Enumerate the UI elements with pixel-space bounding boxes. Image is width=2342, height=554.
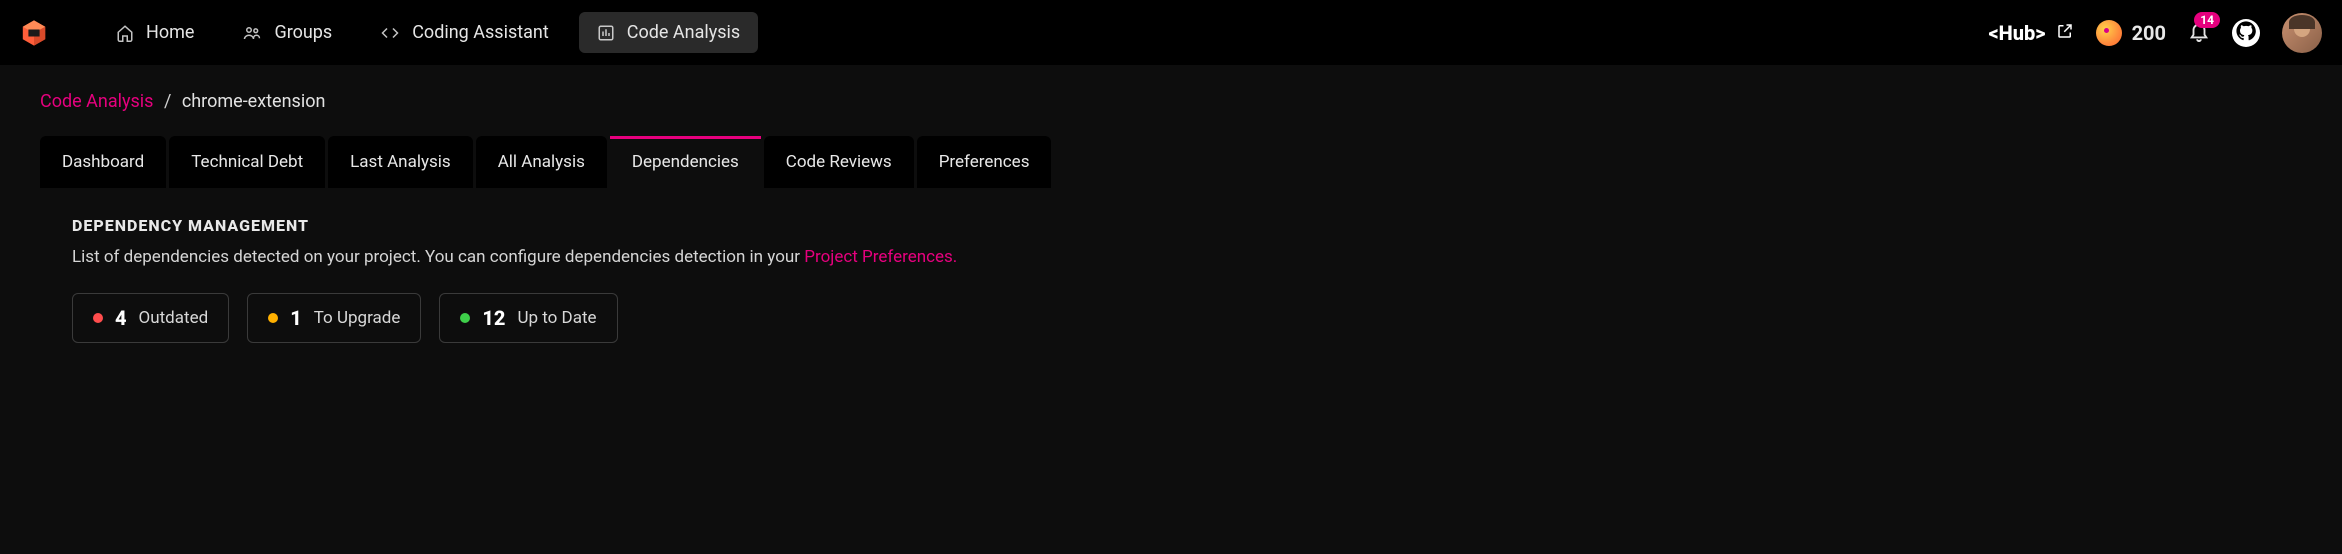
breadcrumb-separator: / [164, 91, 171, 112]
breadcrumb: Code Analysis / chrome-extension [40, 91, 2302, 112]
status-dot-orange [268, 313, 278, 323]
groups-icon [242, 24, 262, 42]
coin-icon [2096, 20, 2122, 46]
stat-up-to-date[interactable]: 12 Up to Date [439, 293, 617, 343]
page-content: Code Analysis / chrome-extension Dashboa… [0, 65, 2342, 397]
status-dot-red [93, 313, 103, 323]
stat-label: Up to Date [517, 308, 596, 328]
hub-label: <Hub> [1988, 21, 2045, 45]
tab-dependencies[interactable]: Dependencies [610, 136, 761, 188]
code-icon [380, 24, 400, 42]
stat-to-upgrade[interactable]: 1 To Upgrade [247, 293, 421, 343]
analysis-icon [597, 24, 615, 42]
nav-label: Groups [274, 22, 332, 43]
coin-count: 200 [2132, 21, 2166, 45]
github-link[interactable] [2232, 19, 2260, 47]
tab-preferences[interactable]: Preferences [917, 136, 1052, 188]
app-logo[interactable] [20, 19, 48, 47]
panel-description-text: List of dependencies detected on your pr… [72, 247, 804, 267]
dependencies-panel: Dependency Management List of dependenci… [40, 188, 2302, 371]
notification-badge: 14 [2194, 12, 2220, 28]
stat-count: 1 [290, 306, 302, 330]
breadcrumb-root[interactable]: Code Analysis [40, 91, 153, 112]
main-nav: Home Groups Coding Assistant Code Analys… [98, 12, 758, 53]
hub-link[interactable]: <Hub> [1988, 21, 2073, 45]
dependency-stats: 4 Outdated 1 To Upgrade 12 Up to Date [72, 293, 2270, 343]
project-preferences-link[interactable]: Project Preferences. [804, 247, 957, 267]
topbar: Home Groups Coding Assistant Code Analys… [0, 0, 2342, 65]
tab-all-analysis[interactable]: All Analysis [476, 136, 607, 188]
tab-dashboard[interactable]: Dashboard [40, 136, 166, 188]
stat-outdated[interactable]: 4 Outdated [72, 293, 229, 343]
panel-title: Dependency Management [72, 216, 2270, 235]
topbar-right: <Hub> 200 14 [1988, 13, 2322, 53]
coin-balance[interactable]: 200 [2096, 20, 2166, 46]
panel-description: List of dependencies detected on your pr… [72, 247, 2270, 267]
stat-count: 4 [115, 306, 127, 330]
home-icon [116, 24, 134, 42]
nav-label: Coding Assistant [412, 22, 549, 43]
status-dot-green [460, 313, 470, 323]
nav-label: Home [146, 22, 194, 43]
nav-home[interactable]: Home [98, 12, 212, 53]
nav-code-analysis[interactable]: Code Analysis [579, 12, 758, 53]
stat-label: Outdated [139, 308, 209, 328]
stat-count: 12 [482, 306, 505, 330]
notifications-button[interactable]: 14 [2188, 20, 2210, 46]
nav-groups[interactable]: Groups [224, 12, 350, 53]
tab-code-reviews[interactable]: Code Reviews [764, 136, 914, 188]
nav-label: Code Analysis [627, 22, 740, 43]
tab-last-analysis[interactable]: Last Analysis [328, 136, 473, 188]
breadcrumb-current: chrome-extension [182, 91, 326, 112]
project-tabs: Dashboard Technical Debt Last Analysis A… [40, 136, 2302, 188]
github-icon [2236, 21, 2256, 45]
user-avatar[interactable] [2282, 13, 2322, 53]
external-link-icon [2056, 21, 2074, 45]
nav-coding-assistant[interactable]: Coding Assistant [362, 12, 567, 53]
stat-label: To Upgrade [314, 308, 401, 328]
tab-technical-debt[interactable]: Technical Debt [169, 136, 325, 188]
